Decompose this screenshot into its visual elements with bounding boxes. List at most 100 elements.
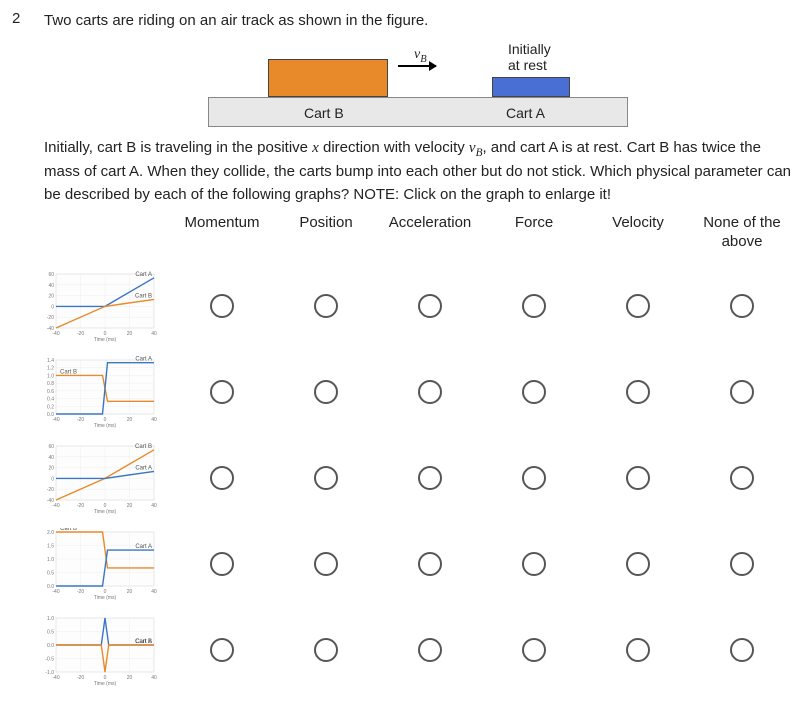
graph-thumbnail[interactable]: 6040200-20-40-40-2002040Time (ms)Cart AC… <box>38 270 168 342</box>
svg-text:60: 60 <box>48 444 54 450</box>
radio-option[interactable] <box>314 294 338 318</box>
svg-text:-20: -20 <box>77 589 84 595</box>
radio-option[interactable] <box>626 466 650 490</box>
svg-text:Cart A: Cart A <box>135 544 152 550</box>
radio-option[interactable] <box>418 638 442 662</box>
svg-text:Time (ms): Time (ms) <box>94 509 117 514</box>
svg-text:-20: -20 <box>77 503 84 509</box>
svg-text:2.0: 2.0 <box>47 530 54 536</box>
svg-text:20: 20 <box>127 675 133 681</box>
svg-text:20: 20 <box>127 503 133 509</box>
radio-option[interactable] <box>522 552 546 576</box>
cart-a-label: Cart A <box>506 105 545 121</box>
svg-text:0.0: 0.0 <box>47 643 54 649</box>
svg-text:40: 40 <box>151 331 157 337</box>
svg-text:-40: -40 <box>52 675 59 681</box>
graph-thumbnail[interactable]: 6040200-20-40-40-2002040Time (ms)Cart BC… <box>38 442 168 514</box>
svg-text:-20: -20 <box>47 487 54 493</box>
svg-text:-20: -20 <box>77 417 84 423</box>
svg-text:1.2: 1.2 <box>47 366 54 372</box>
svg-text:20: 20 <box>48 293 54 299</box>
radio-option[interactable] <box>418 466 442 490</box>
question-intro: Two carts are riding on an air track as … <box>44 10 792 33</box>
radio-option[interactable] <box>626 638 650 662</box>
column-header: Momentum <box>172 214 272 237</box>
column-header: Position <box>276 214 376 237</box>
radio-option[interactable] <box>522 466 546 490</box>
svg-text:1.4: 1.4 <box>47 358 54 364</box>
velocity-arrow-icon <box>398 65 436 67</box>
graph-thumbnail[interactable]: 1.41.21.00.80.60.40.20.0-40-2002040Time … <box>38 356 168 428</box>
column-header: Force <box>484 214 584 237</box>
svg-text:-40: -40 <box>52 503 59 509</box>
svg-text:1.0: 1.0 <box>47 557 54 563</box>
svg-text:40: 40 <box>151 417 157 423</box>
svg-text:Time (ms): Time (ms) <box>94 595 117 600</box>
radio-option[interactable] <box>730 638 754 662</box>
svg-text:40: 40 <box>48 283 54 289</box>
svg-text:Cart B: Cart B <box>60 528 77 532</box>
radio-option[interactable] <box>210 380 234 404</box>
radio-option[interactable] <box>626 294 650 318</box>
radio-option[interactable] <box>730 466 754 490</box>
radio-option[interactable] <box>730 294 754 318</box>
svg-text:40: 40 <box>151 675 157 681</box>
vb-symbol: vB <box>414 45 427 65</box>
radio-option[interactable] <box>314 466 338 490</box>
svg-text:0.6: 0.6 <box>47 389 54 395</box>
svg-text:-40: -40 <box>52 589 59 595</box>
svg-text:0: 0 <box>51 476 54 482</box>
radio-option[interactable] <box>210 294 234 318</box>
radio-option[interactable] <box>522 294 546 318</box>
svg-text:20: 20 <box>48 465 54 471</box>
svg-text:40: 40 <box>151 503 157 509</box>
column-header: Acceleration <box>380 214 480 237</box>
svg-text:Cart A: Cart A <box>135 465 152 471</box>
radio-option[interactable] <box>730 552 754 576</box>
svg-text:Time (ms): Time (ms) <box>94 337 117 342</box>
radio-option[interactable] <box>418 294 442 318</box>
svg-text:Cart A: Cart A <box>135 272 152 278</box>
radio-option[interactable] <box>522 638 546 662</box>
answer-grid: MomentumPositionAccelerationForceVelocit… <box>38 214 792 686</box>
column-header: Velocity <box>588 214 688 237</box>
svg-text:-20: -20 <box>47 315 54 321</box>
at-rest-label: Initially at rest <box>508 41 551 75</box>
svg-text:Cart B: Cart B <box>135 293 152 299</box>
svg-text:60: 60 <box>48 272 54 278</box>
svg-text:0: 0 <box>51 304 54 310</box>
radio-option[interactable] <box>314 638 338 662</box>
radio-option[interactable] <box>210 552 234 576</box>
cart-b-box <box>268 59 388 97</box>
svg-text:-40: -40 <box>52 417 59 423</box>
svg-text:Cart B: Cart B <box>60 369 77 375</box>
svg-text:20: 20 <box>127 589 133 595</box>
graph-thumbnail[interactable]: 1.00.50.0-0.5-1.0-40-2002040Time (ms)Car… <box>38 614 168 686</box>
graph-thumbnail[interactable]: 2.01.51.00.50.0-40-2002040Time (ms)Cart … <box>38 528 168 600</box>
figure: vB Initially at rest Cart B Cart A <box>44 41 792 127</box>
radio-option[interactable] <box>314 552 338 576</box>
svg-text:40: 40 <box>151 589 157 595</box>
svg-text:20: 20 <box>127 417 133 423</box>
question-number: 2 <box>12 10 30 686</box>
radio-option[interactable] <box>730 380 754 404</box>
radio-option[interactable] <box>210 466 234 490</box>
column-header: None of the above <box>692 214 792 256</box>
svg-text:-40: -40 <box>52 331 59 337</box>
radio-option[interactable] <box>522 380 546 404</box>
svg-text:-20: -20 <box>77 675 84 681</box>
radio-option[interactable] <box>210 638 234 662</box>
svg-text:Time (ms): Time (ms) <box>94 423 117 428</box>
svg-text:1.0: 1.0 <box>47 373 54 379</box>
radio-option[interactable] <box>314 380 338 404</box>
cart-a-box <box>492 77 570 97</box>
radio-option[interactable] <box>626 380 650 404</box>
svg-text:-0.5: -0.5 <box>45 656 54 662</box>
radio-option[interactable] <box>418 552 442 576</box>
svg-text:0.4: 0.4 <box>47 396 54 402</box>
radio-option[interactable] <box>418 380 442 404</box>
svg-text:0.5: 0.5 <box>47 570 54 576</box>
svg-text:Cart B: Cart B <box>135 444 152 450</box>
radio-option[interactable] <box>626 552 650 576</box>
svg-text:0.8: 0.8 <box>47 381 54 387</box>
